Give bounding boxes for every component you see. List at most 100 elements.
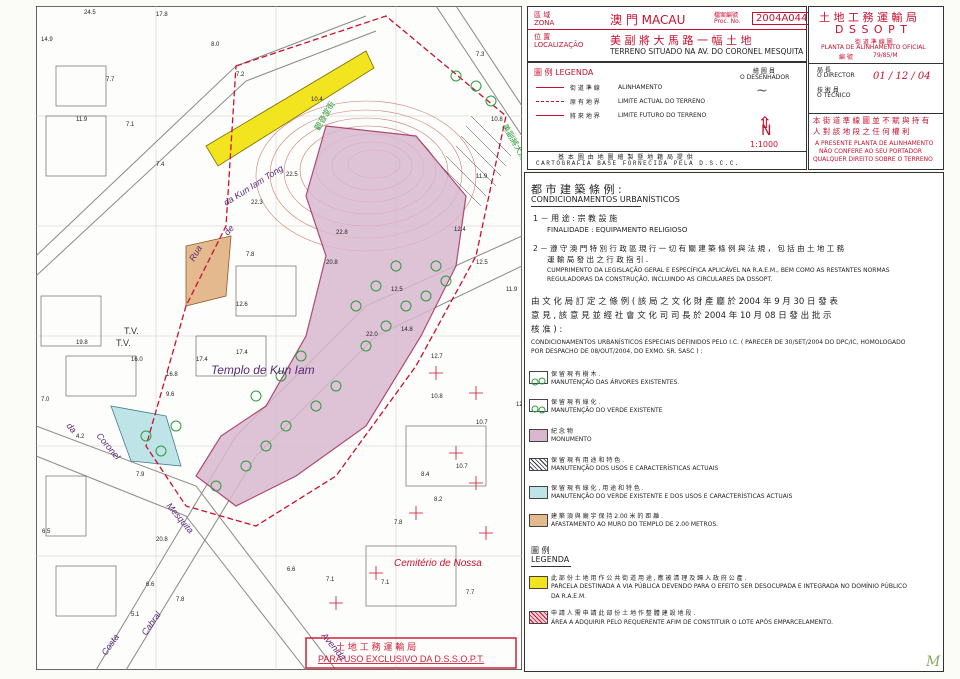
height-value: 14.9: [41, 37, 53, 43]
condition-1-cn: 1 － 用 途 : 宗 教 設 施: [533, 214, 618, 223]
height-value: 10.8: [431, 394, 443, 400]
swatch-uses: [529, 458, 548, 471]
height-value: 22.8: [336, 230, 348, 236]
scale-label: 1:1000: [750, 140, 779, 149]
height-value: 10.7: [456, 464, 468, 470]
height-value: 7.3: [476, 52, 485, 58]
height-value: 7.1: [381, 580, 390, 586]
height-value: 16.8: [166, 372, 178, 378]
height-value: 7.8: [176, 597, 185, 603]
height-value: 8.4: [421, 472, 430, 478]
ic-cn-2: 意 見 , 該 意 見 並 經 社 會 文 化 司 司 長 於 2004 年 1…: [531, 311, 832, 321]
item-6-pt: AFASTAMENTO AO MURO DO TEMPLO DE 2.00 ME…: [551, 521, 719, 528]
height-value: 6.5: [42, 529, 51, 535]
conditions-title-pt: CONDICIONAMENTOS URBANÍSTICOS: [531, 195, 680, 204]
item-5-cn: 保 留 現 有 綠 化 , 用 途 和 特 色 .: [551, 485, 644, 492]
proc-value: 2004A044: [752, 12, 812, 25]
height-value: 12.5: [476, 260, 488, 266]
legend-bottom-pt: LEGENDA: [531, 555, 570, 564]
height-value: 7.8: [394, 520, 403, 526]
dssopt-number-value: 79/85/M: [873, 52, 898, 59]
height-value: 11.9: [476, 174, 488, 180]
height-value: 4.2: [76, 434, 85, 440]
legend-acquire-cn: 申 請 人 需 申 請 此 部 份 土 地 作 整 體 建 設 地 段 .: [551, 610, 696, 617]
dssopt-subtitle-pt: PLANTA DE ALINHAMENTO OFICIAL: [821, 44, 926, 51]
item-2-pt: MANUTENÇÃO DO VERDE EXISTENTE: [551, 407, 663, 414]
height-value: 12.5: [391, 287, 403, 293]
dssopt-block: 土 地 工 務 運 輸 局 D S S O P T 街 道 準 線 圖 PLAN…: [808, 6, 944, 170]
item-3-cn: 紀 念 物: [551, 428, 573, 435]
legend-top: 圖 例 LEGENDA 街 道 準 線 ALINHAMENTO 原 有 地 界 …: [527, 62, 807, 170]
height-value: 17.8: [156, 12, 168, 18]
legend-acquire-pt: ÁREA A ADQUIRIR PELO REQUERENTE AFIM DE …: [551, 619, 834, 626]
height-value: 17.4: [236, 350, 248, 356]
height-value: 16.0: [131, 357, 143, 363]
height-value: 19.8: [76, 340, 88, 346]
ic-cn-1: 由 文 化 局 訂 定 之 條 例 ( 該 局 之 文 化 財 產 廳 於 20…: [531, 297, 838, 307]
height-value: 12.4: [516, 402, 522, 408]
conditions-block: 都 市 建 築 條 例 : CONDICIONAMENTOS URBANÍSTI…: [524, 172, 944, 672]
item-5-pt: MANUTENÇÃO DO VERDE EXISTENTE E DOS USOS…: [551, 493, 793, 500]
height-value: 22.0: [366, 332, 378, 338]
height-value: 10.4: [311, 97, 323, 103]
loc-value-cn: 美 副 將 大 馬 路 一 幅 土 地: [610, 34, 752, 47]
height-value: 8.0: [211, 42, 220, 48]
loc-value-pt: TERRENO SITUADO NA AV. DO CORONEL MESQUI…: [610, 47, 804, 56]
swatch-acquire: [529, 611, 548, 624]
height-value: 7.1: [126, 122, 135, 128]
height-value: 12.7: [431, 354, 443, 360]
swatch-green-uses: [529, 486, 548, 499]
legend-limite-actual-pt: LIMITE ACTUAL DO TERRENO: [618, 98, 706, 105]
legend-alinhamento-pt: ALINHAMENTO: [618, 84, 663, 91]
height-value: 7.2: [236, 72, 245, 78]
swatch-trees: [529, 371, 548, 386]
height-value: 14.8: [401, 327, 413, 333]
desenhador-pt: O DESENHADOR: [740, 74, 790, 81]
site-map: da Kun Iam Tong Rua Coronel Mesquita Cos…: [36, 6, 522, 670]
height-value: 12.4: [454, 227, 466, 233]
temple-label: Templo de Kun Iam: [211, 363, 315, 377]
height-value: 9.6: [166, 392, 175, 398]
legend-alinhamento-cn: 街 道 準 線: [570, 85, 600, 92]
height-value: 7.9: [136, 472, 145, 478]
ic-pt-2: POR DESPACHO DE 08/OUT/2004, DO EXMO. SR…: [531, 348, 703, 355]
tecnico-pt: O TÉCNICO: [817, 92, 851, 99]
height-value: 7.4: [156, 162, 165, 168]
condition-2-cn-2: 運 輸 局 發 出 之 行 政 指 引 .: [547, 255, 649, 264]
warning-cn-2: 人 對 該 地 段 之 任 何 權 利: [813, 127, 910, 136]
swatch-green: [529, 399, 548, 414]
legend-public-road-pt-2: DA R.A.E.M.: [551, 593, 587, 600]
height-value: 11.9: [506, 287, 518, 293]
director-date: 01 / 12 / 04: [873, 71, 931, 82]
item-6-cn: 建 築 須 與 廟 宇 保 持 2.00 米 的 距 離 .: [551, 513, 664, 520]
zona-label-pt: ZONA: [534, 19, 555, 27]
legend-public-road-pt-1: PARCELA DESTINADA A VIA PÚBLICA DEVENDO …: [551, 583, 907, 590]
dssopt-title-pt: D S S O P T: [835, 23, 908, 36]
height-value: 12.6: [236, 302, 248, 308]
warning-pt-3: QUALQUER DIREITO SOBRE O TERRENO: [813, 156, 933, 163]
warning-pt-1: A PRESENTE PLANTA DE ALINHAMENTO: [815, 140, 934, 147]
height-value: 24.5: [84, 10, 96, 16]
height-value: 20.8: [326, 260, 338, 266]
title-block: 區 域 ZONA 澳 門 MACAU 檔案編號 Proc. No. 2004A0…: [527, 6, 812, 62]
height-value: 7.8: [246, 252, 255, 258]
height-value: 10.7: [476, 420, 488, 426]
cemetery-label: Cemitério de Nossa: [394, 558, 482, 569]
item-3-pt: MONUMENTO: [551, 436, 592, 443]
stamp-pt: PARA USO EXCLUSIVO DA D.S.S.O.P.T.: [318, 654, 484, 664]
legend-limite-futuro-pt: LIMITE FUTURO DO TERRENO: [618, 112, 707, 119]
height-value: 6.6: [146, 582, 155, 588]
corner-mark: M: [926, 654, 941, 670]
item-1-pt: MANUTENÇÃO DAS ÁRVORES EXISTENTES.: [551, 379, 680, 386]
item-1-cn: 保 留 現 有 樹 木 .: [551, 371, 601, 378]
condition-1-pt: FINALIDADE : EQUIPAMENTO RELIGIOSO: [547, 226, 688, 234]
item-2-cn: 保 留 現 有 綠 化 .: [551, 399, 601, 406]
stamp-cn: 土 地 工 務 運 輸 局: [336, 641, 416, 653]
north-label: N: [761, 123, 772, 139]
legend-limite-actual-cn: 原 有 地 界: [570, 99, 600, 106]
swatch-public-road: [529, 576, 548, 589]
height-value: 7.7: [466, 590, 475, 596]
item-4-pt: MANUTENÇÃO DOS USOS E CARACTERÍSTICAS AC…: [551, 465, 719, 472]
height-value: 7.1: [326, 577, 335, 583]
legend-public-road-cn: 此 部 份 土 地 用 作 公 共 街 道 用 途 , 應 被 清 理 及 歸 …: [551, 575, 747, 582]
